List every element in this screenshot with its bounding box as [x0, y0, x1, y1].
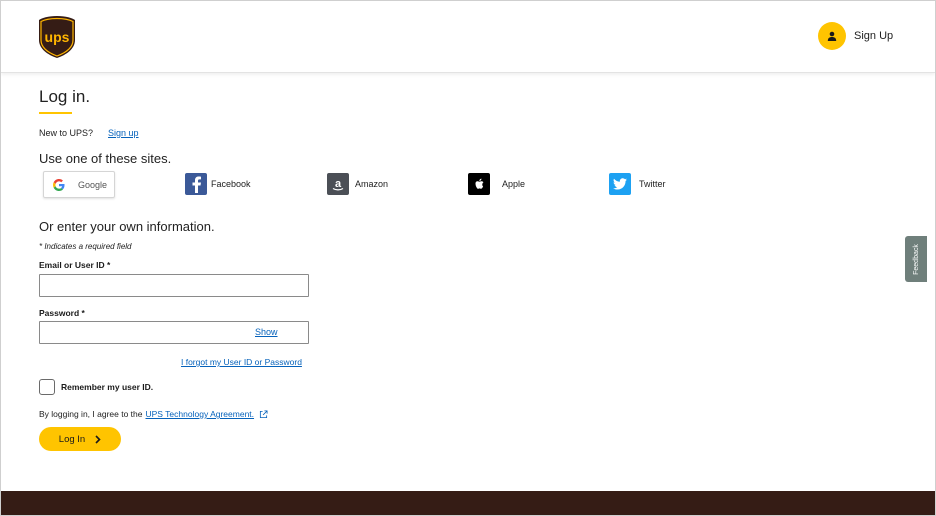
apple-login-button[interactable]: Apple [468, 173, 525, 195]
password-label: Password * [39, 308, 85, 318]
required-note: * Indicates a required field [39, 242, 132, 251]
apple-label: Apple [502, 179, 526, 189]
feedback-tab[interactable]: Feedback [905, 236, 927, 282]
forgot-credentials-link[interactable]: I forgot my User ID or Password [181, 357, 302, 367]
agreement-text: By logging in, I agree to the [39, 409, 143, 419]
remember-label: Remember my user ID. [61, 382, 154, 392]
external-link-icon [259, 409, 268, 418]
technology-agreement-link[interactable]: UPS Technology Agreement. [146, 409, 255, 419]
title-underline [39, 112, 72, 114]
twitter-label: Twitter [639, 179, 666, 189]
signup-link[interactable]: Sign up [108, 128, 139, 138]
facebook-label: Facebook [211, 179, 251, 189]
user-icon [818, 22, 846, 50]
ups-logo[interactable]: ups [38, 15, 76, 59]
facebook-login-button[interactable]: Facebook [185, 173, 251, 195]
new-user-prompt: New to UPS? [39, 128, 94, 138]
site-footer [1, 491, 935, 515]
amazon-login-button[interactable]: a Amazon [327, 173, 388, 195]
site-header: ups Sign Up [1, 1, 935, 73]
chevron-right-icon [95, 434, 101, 444]
page-frame: ups Sign Up Log in. New to UPS? Sign up … [0, 0, 936, 516]
login-label: Log In [58, 433, 86, 445]
twitter-icon [609, 173, 631, 195]
google-label: Google [78, 179, 108, 190]
own-info-heading: Or enter your own information. [39, 219, 215, 234]
social-heading: Use one of these sites. [39, 151, 172, 166]
email-label: Email or User ID * [39, 260, 111, 270]
remember-row: Remember my user ID. [39, 379, 153, 395]
twitter-login-button[interactable]: Twitter [609, 173, 666, 195]
header-signup-label: Sign Up [854, 30, 894, 42]
header-signup-button[interactable]: Sign Up [818, 22, 893, 50]
google-icon [53, 178, 65, 191]
google-login-button[interactable]: Google [43, 171, 115, 198]
feedback-label: Feedback [912, 243, 920, 275]
agreement-row: By logging in, I agree to the UPS Techno… [39, 409, 268, 419]
email-field[interactable] [39, 274, 309, 297]
amazon-icon: a [327, 173, 349, 195]
show-password-link[interactable]: Show [255, 327, 278, 337]
apple-icon [468, 173, 490, 195]
svg-text:a: a [335, 178, 342, 190]
facebook-icon [185, 173, 207, 195]
new-user-row: New to UPS? Sign up [39, 128, 139, 138]
page-title: Log in. [39, 87, 91, 106]
login-button[interactable]: Log In [39, 427, 121, 451]
ups-logo-text: ups [45, 29, 70, 45]
amazon-label: Amazon [355, 179, 389, 189]
remember-checkbox[interactable] [39, 379, 55, 395]
